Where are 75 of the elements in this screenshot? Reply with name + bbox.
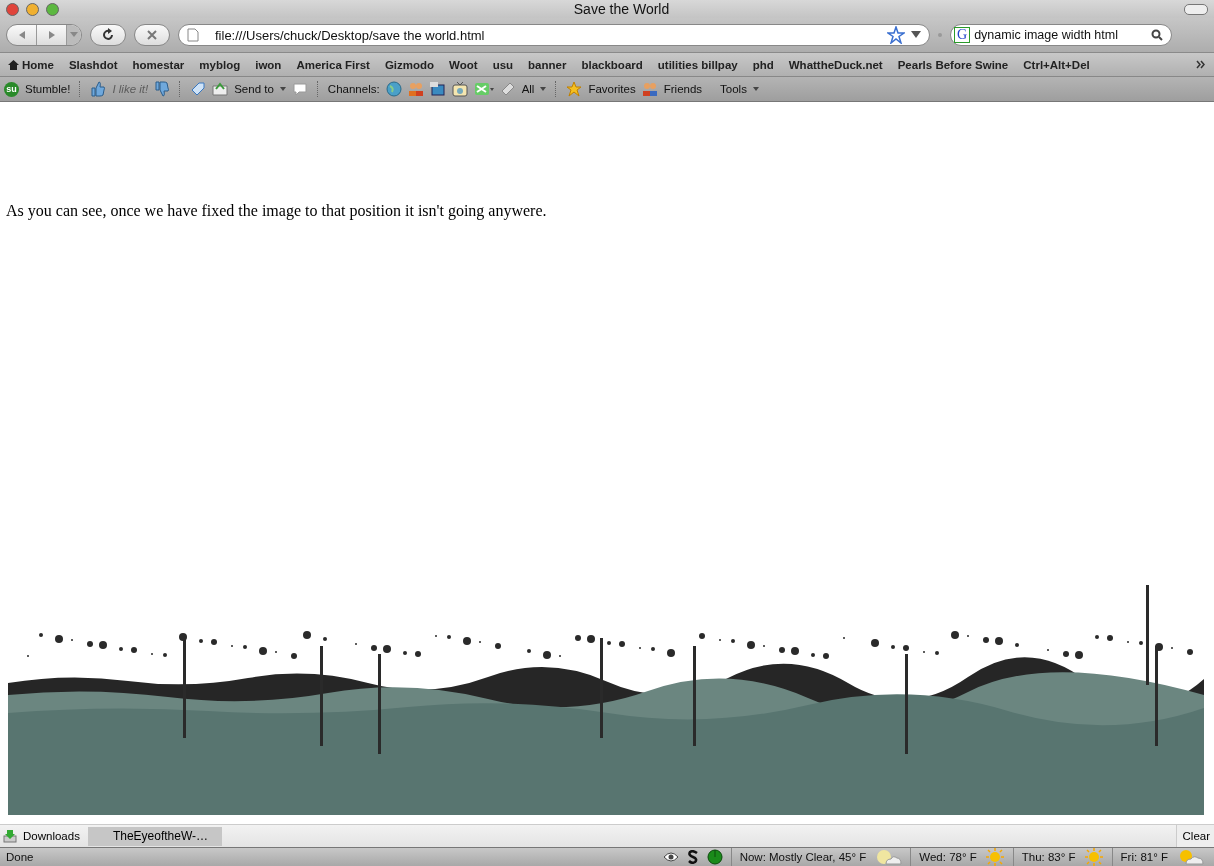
bookmark-link[interactable]: Home	[8, 58, 54, 71]
weather-text: Now: Mostly Clear, 45° F	[739, 851, 867, 863]
thumbs-down-icon[interactable]	[154, 81, 171, 97]
photo-icon[interactable]	[429, 81, 446, 97]
people-icon[interactable]	[407, 81, 424, 97]
close-icon[interactable]	[6, 2, 19, 16]
people-icon[interactable]	[641, 81, 658, 97]
downloads-button[interactable]: Downloads	[0, 825, 88, 847]
close-x-icon	[146, 29, 158, 41]
sun-icon	[1083, 848, 1104, 866]
bookmark-link[interactable]: myblog	[199, 58, 241, 71]
toolbar-toggle-icon[interactable]	[1184, 3, 1208, 15]
status-text: Done	[6, 851, 34, 863]
favorites-button[interactable]: Favorites	[588, 83, 636, 95]
bookmark-link[interactable]: Slashdot	[68, 58, 118, 71]
weather-text: Wed: 78° F	[919, 851, 977, 863]
download-item-tab[interactable]: TheEyeoftheW-…	[87, 826, 222, 846]
bookmark-link[interactable]: Ctrl+Alt+Del	[1023, 58, 1090, 71]
tv-icon[interactable]	[451, 81, 468, 97]
history-caret-icon[interactable]	[67, 25, 81, 45]
bookmark-link[interactable]: homestar	[132, 58, 185, 71]
bookmark-link[interactable]: Pearls Before Swine	[897, 58, 1009, 71]
ticket-icon[interactable]	[499, 81, 516, 97]
bookmark-link[interactable]: Gizmodo	[384, 58, 435, 71]
stop-button[interactable]	[134, 24, 170, 46]
bookmark-link[interactable]: America First	[296, 58, 370, 71]
all-button[interactable]: All	[521, 83, 535, 95]
bookmark-link[interactable]: phd	[752, 58, 774, 71]
download-tray-icon	[3, 829, 17, 843]
speech-bubble-icon[interactable]	[291, 82, 308, 96]
caret-icon[interactable]	[752, 87, 759, 91]
window-title: Save the World	[572, 1, 671, 17]
channels-label: Channels:	[327, 83, 380, 95]
star-icon[interactable]	[887, 26, 905, 44]
reload-icon	[101, 28, 115, 42]
envelope-arrow-icon[interactable]	[212, 81, 229, 97]
sun-icon	[984, 848, 1005, 866]
tag-icon[interactable]	[190, 81, 207, 97]
caret-icon[interactable]	[279, 87, 286, 91]
bookmark-link[interactable]: usu	[492, 58, 514, 71]
search-engine-icon[interactable]: G	[954, 27, 971, 43]
address-field[interactable]: file:///Users/chuck/Desktop/save the world.html	[178, 24, 930, 46]
reload-button[interactable]	[90, 24, 126, 46]
chevron-icon[interactable]	[1196, 58, 1206, 71]
stumble-logo-icon[interactable]: su	[4, 81, 19, 97]
eye-icon[interactable]	[662, 851, 679, 863]
bookmark-link[interactable]: banner	[528, 58, 567, 71]
zoom-icon[interactable]	[46, 2, 59, 16]
page-text: As you can see, once we have fixed the image to that position it isn't going anywere.	[6, 202, 548, 220]
bookmark-link[interactable]: WhattheDuck.net	[788, 58, 883, 71]
globe-icon[interactable]	[385, 81, 402, 97]
caret-icon[interactable]	[540, 87, 547, 91]
moon-cloud-icon	[874, 849, 903, 865]
home-icon	[8, 59, 19, 70]
clear-button[interactable]: Clear	[1175, 825, 1214, 847]
bookmark-link[interactable]: utilities billpay	[657, 58, 738, 71]
weather-text: Fri: 81° F	[1120, 851, 1168, 863]
thumbs-up-icon[interactable]	[90, 81, 107, 97]
weather-text: Thu: 83° F	[1021, 851, 1076, 863]
minimize-icon[interactable]	[26, 2, 39, 16]
friends-button[interactable]: Friends	[663, 83, 703, 95]
search-icon[interactable]	[1151, 29, 1163, 41]
status-ball-icon[interactable]	[706, 849, 723, 865]
page-icon	[187, 28, 199, 42]
stumble-button[interactable]: Stumble!	[25, 83, 71, 95]
bookmark-link[interactable]: iwon	[255, 58, 282, 71]
send-to-button[interactable]: Send to	[234, 83, 274, 95]
bookmark-link[interactable]: blackboard	[581, 58, 643, 71]
bookmark-link[interactable]: Woot	[449, 58, 478, 71]
star-icon[interactable]	[566, 81, 583, 97]
caret-icon[interactable]	[911, 31, 921, 39]
tools-button[interactable]: Tools	[720, 83, 747, 95]
shuffle-icon[interactable]	[473, 81, 494, 97]
search-field[interactable]: G dynamic image width html	[950, 24, 1172, 46]
letter-s-icon[interactable]	[686, 850, 699, 864]
